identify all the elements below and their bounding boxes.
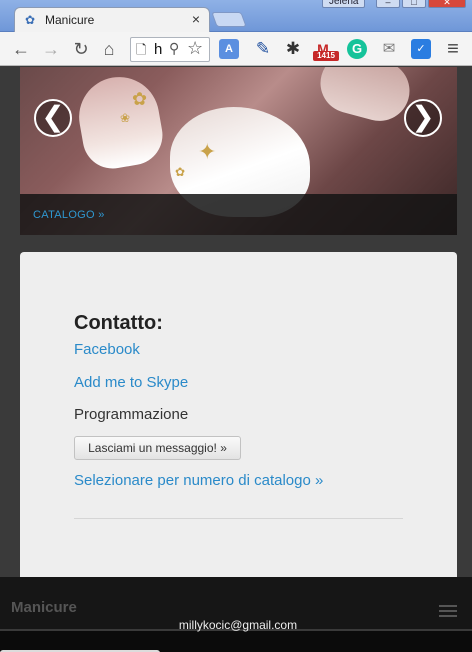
- tab-strip: ✿ Manicure × Jelena – □ ✕: [0, 0, 472, 33]
- schedule-text: Programmazione: [74, 406, 189, 423]
- window-close-button[interactable]: ✕: [428, 0, 466, 8]
- contact-email: millykocic@gmail.com: [178, 618, 298, 632]
- pen-extension-icon[interactable]: ✎: [253, 39, 273, 59]
- catalog-number-link[interactable]: Selezionare per numero di catalogo »: [74, 472, 323, 489]
- contact-heading: Contatto:: [74, 312, 163, 334]
- carousel-caption: CATALOGO »: [20, 194, 457, 235]
- brand-logo[interactable]: Manicure: [11, 599, 77, 616]
- zoom-icon[interactable]: ⚲: [169, 40, 179, 57]
- contact-panel: Contatto: Facebook Add me to Skype Progr…: [20, 252, 457, 588]
- bookmark-star-icon[interactable]: ☆: [187, 38, 203, 59]
- back-icon[interactable]: ←: [10, 37, 32, 61]
- tab-close-icon[interactable]: ×: [192, 11, 200, 27]
- catalog-link[interactable]: CATALOGO »: [33, 209, 105, 221]
- image-carousel[interactable]: ✿ ❀ ✦ ✿ ❮ ❯ CATALOGO »: [20, 67, 457, 235]
- profile-button[interactable]: Jelena: [322, 0, 366, 8]
- home-icon[interactable]: ⌂: [98, 37, 120, 61]
- address-text[interactable]: h: [154, 41, 162, 58]
- minimize-button[interactable]: –: [376, 0, 400, 8]
- grammarly-extension-icon[interactable]: G: [347, 39, 367, 59]
- carousel-image-nail: [313, 67, 417, 128]
- facebook-link[interactable]: Facebook: [74, 341, 140, 358]
- page-viewport: ✿ ❀ ✦ ✿ ❮ ❯ CATALOGO » Contatto: Faceboo…: [0, 67, 472, 652]
- divider: [74, 518, 403, 519]
- leave-message-button[interactable]: Lasciami un messaggio! »: [74, 436, 241, 460]
- star-decoration-icon: ✦: [198, 139, 217, 164]
- browser-tab[interactable]: ✿ Manicure ×: [14, 7, 210, 33]
- gear-extension-icon[interactable]: ✱: [283, 39, 303, 59]
- flower-decoration-icon: ❀: [120, 111, 131, 125]
- check-extension-icon[interactable]: ✓: [411, 39, 431, 59]
- maximize-button[interactable]: □: [402, 0, 426, 8]
- chrome-menu-icon[interactable]: ≡: [442, 37, 464, 61]
- new-tab-button[interactable]: [211, 12, 247, 27]
- note-extension-icon[interactable]: ✉: [379, 39, 399, 59]
- site-favicon-icon: ✿: [25, 13, 36, 27]
- gmail-badge: 1415: [313, 51, 339, 61]
- flower-decoration-icon: ✿: [132, 89, 148, 109]
- forward-icon[interactable]: →: [40, 37, 62, 61]
- flower-decoration-icon: ✿: [175, 165, 186, 179]
- footer-bottom-strip: [0, 631, 472, 652]
- page-info-icon[interactable]: 🗋: [136, 41, 146, 63]
- carousel-prev-button[interactable]: ❮: [34, 99, 72, 137]
- carousel-next-button[interactable]: ❯: [404, 99, 442, 137]
- translate-extension-icon[interactable]: A: [219, 39, 239, 59]
- reload-icon[interactable]: ↻: [70, 37, 92, 61]
- browser-toolbar: ← → ↻ ⌂ 🗋 h ⚲ ☆ A ✎ ✱ M 1415 G ✉ ✓ ≡: [0, 32, 472, 66]
- address-bar[interactable]: 🗋 h ⚲ ☆: [130, 37, 210, 62]
- tab-title: Manicure: [45, 13, 95, 27]
- gmail-extension-icon[interactable]: M 1415: [313, 39, 339, 61]
- skype-link[interactable]: Add me to Skype: [74, 374, 188, 391]
